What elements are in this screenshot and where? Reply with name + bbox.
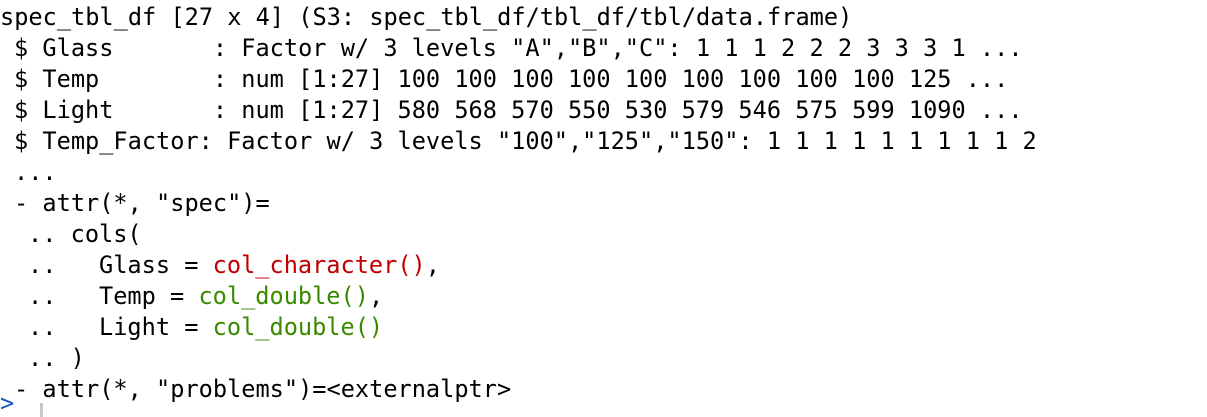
spec-line-prefix: .. Glass = <box>28 251 213 279</box>
spec-line-suffix: , <box>368 282 384 310</box>
spec-line-call: col_double() <box>198 282 369 310</box>
spec-line-temp: .. Temp = col_double(), <box>0 281 1207 312</box>
console-prompt-row[interactable]: > <box>0 389 80 417</box>
attr-spec-line: - attr(*, "spec")= <box>14 189 270 217</box>
column-line-temp-factor: $ Temp_Factor: Factor w/ 3 levels "100",… <box>14 127 1037 155</box>
column-line-light: $ Light : num [1:27] 580 568 570 550 530… <box>14 96 1023 124</box>
spec-line-glass: .. Glass = col_character(), <box>0 250 1207 281</box>
spec-line-call: col_character() <box>212 251 426 279</box>
attr-problems-line: - attr(*, "problems")=<externalptr> <box>14 375 512 403</box>
text-cursor <box>40 403 43 417</box>
spec-line-call: col_double() <box>212 313 384 341</box>
spec-line-prefix: .. Temp = <box>28 282 199 310</box>
cols-close-line: .. ) <box>28 344 85 372</box>
ellipsis-line: ... <box>14 158 57 186</box>
column-line-temp: $ Temp : num [1:27] 100 100 100 100 100 … <box>14 65 1009 93</box>
cols-open-line: .. cols( <box>28 220 142 248</box>
column-line-glass: $ Glass : Factor w/ 3 levels "A","B","C"… <box>14 34 1023 62</box>
str-header-line: spec_tbl_df [27 x 4] (S3: spec_tbl_df/tb… <box>0 3 853 31</box>
prompt-symbol: > <box>0 389 15 417</box>
spec-line-prefix: .. Light = <box>28 313 213 341</box>
spec-line-light: .. Light = col_double() <box>0 312 1207 343</box>
r-console-output: spec_tbl_df [27 x 4] (S3: spec_tbl_df/tb… <box>0 0 1207 416</box>
spec-line-suffix: , <box>425 251 440 279</box>
